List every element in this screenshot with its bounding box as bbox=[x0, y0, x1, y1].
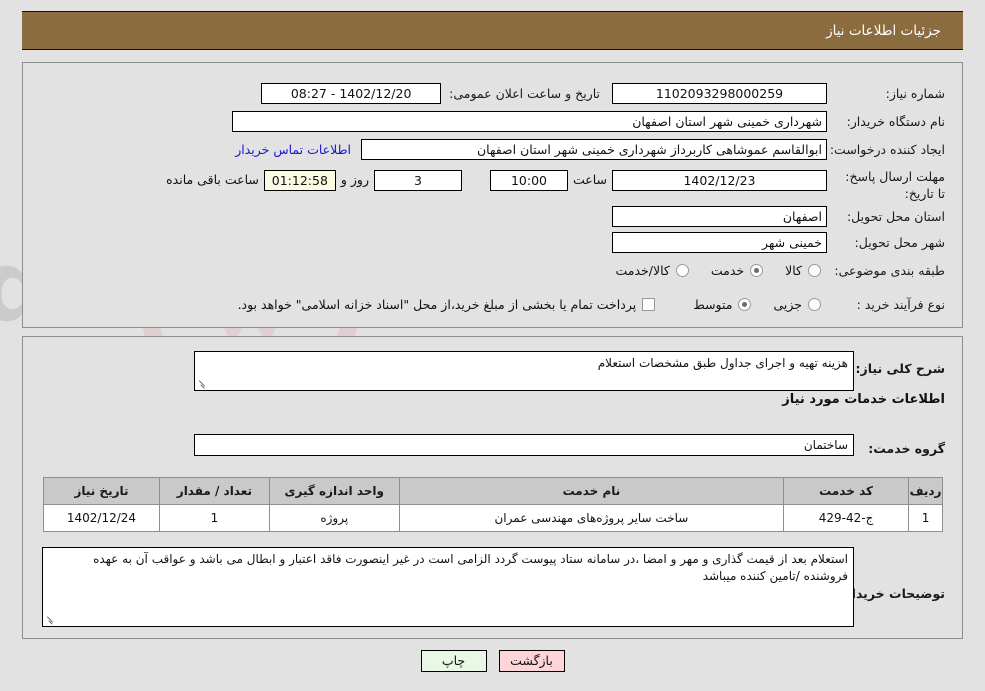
cell-unit: پروژه bbox=[268, 504, 400, 532]
buyer-notes-value: استعلام بعد از قیمت گذاری و مهر و امضا ،… bbox=[93, 552, 848, 583]
classification-option-khedmat[interactable]: خدمت bbox=[710, 262, 764, 278]
classification-option-label: خدمت bbox=[710, 262, 745, 278]
need-summary-value: هزینه تهیه و اجرای جداول طبق مشخصات استع… bbox=[597, 356, 848, 370]
buyer-notes-textarea[interactable]: استعلام بعد از قیمت گذاری و مهر و امضا ،… bbox=[42, 547, 854, 627]
process-type-row: نوع فرآیند خرید : جزیی متوسط پرداخت تمام… bbox=[216, 293, 945, 315]
cell-qty: 1 bbox=[158, 504, 270, 532]
treasury-checkbox-label: پرداخت تمام یا بخشی از مبلغ خرید،از محل … bbox=[237, 296, 637, 312]
footer-button-bar: بازگشت چاپ bbox=[0, 650, 985, 672]
buyer-notes-label: توضیحات خریدار: bbox=[839, 585, 945, 601]
classification-option-kala-khedmat[interactable]: کالا/خدمت bbox=[615, 262, 689, 278]
city-value: خمینی شهر bbox=[612, 231, 827, 253]
remaining-time-label: ساعت باقی مانده bbox=[166, 172, 259, 187]
radio-icon[interactable] bbox=[750, 263, 764, 277]
cell-name: ساخت سایر پروژه‌های مهندسی عمران bbox=[398, 504, 785, 532]
resize-grip-icon[interactable] bbox=[197, 379, 207, 389]
services-table: ردیف کد خدمت نام خدمت واحد اندازه گیری ت… bbox=[43, 477, 943, 532]
city-row: شهر محل تحویل: خمینی شهر bbox=[612, 231, 945, 253]
deadline-date-value: 1402/12/23 bbox=[612, 170, 827, 191]
back-button[interactable]: بازگشت bbox=[498, 650, 565, 672]
checkbox-icon[interactable] bbox=[642, 297, 656, 311]
table-header-row: ردیف کد خدمت نام خدمت واحد اندازه گیری ت… bbox=[43, 477, 943, 505]
need-number-row: شماره نیاز: 1102093298000259 bbox=[612, 82, 945, 104]
resize-grip-icon[interactable] bbox=[45, 615, 55, 625]
col-date: تاریخ نیاز bbox=[43, 477, 160, 505]
service-group-label: گروه خدمت: bbox=[868, 440, 945, 456]
requester-value: ابوالقاسم عموشاهی کاربرداز شهرداری خمینی… bbox=[361, 138, 827, 160]
remaining-days-label: روز و bbox=[340, 172, 369, 187]
need-summary-label: شرح کلی نیاز: bbox=[855, 360, 945, 376]
treasury-checkbox-item[interactable]: پرداخت تمام یا بخشی از مبلغ خرید،از محل … bbox=[238, 297, 656, 312]
services-section-heading: اطلاعات خدمات مورد نیاز bbox=[782, 392, 945, 407]
cell-date: 1402/12/24 bbox=[43, 504, 160, 532]
classification-row: طبقه بندی موضوعی: کالا خدمت کالا/خدمت bbox=[593, 259, 945, 281]
col-qty: تعداد / مقدار bbox=[158, 477, 270, 505]
need-number-value: 1102093298000259 bbox=[612, 82, 827, 104]
deadline-hour-value: 10:00 bbox=[489, 170, 568, 191]
buyer-org-label: نام دستگاه خریدار: bbox=[846, 113, 945, 129]
page-title: جزئیات اطلاعات نیاز bbox=[826, 22, 941, 39]
col-radif: ردیف bbox=[908, 477, 943, 505]
service-group-row: گروه خدمت: bbox=[860, 437, 945, 459]
public-announce-row: تاریخ و ساعت اعلان عمومی: 1402/12/20 - 0… bbox=[261, 82, 600, 104]
buyer-contact-link[interactable]: اطلاعات تماس خریدار bbox=[235, 142, 351, 157]
radio-icon[interactable] bbox=[808, 297, 821, 311]
remaining-days-value: 3 bbox=[373, 170, 462, 191]
requester-label: ایجاد کننده درخواست: bbox=[829, 141, 945, 157]
requester-row: ایجاد کننده درخواست: ابوالقاسم عموشاهی ک… bbox=[235, 138, 945, 160]
need-summary-row: شرح کلی نیاز: bbox=[855, 357, 945, 379]
radio-icon[interactable] bbox=[738, 297, 752, 311]
col-unit: واحد اندازه گیری bbox=[268, 477, 400, 505]
classification-option-label: کالا bbox=[785, 262, 802, 278]
deadline-row: مهلت ارسال پاسخ: تا تاریخ: 1402/12/23 سا… bbox=[161, 168, 945, 208]
province-row: استان محل تحویل: اصفهان bbox=[612, 205, 945, 227]
process-type-label: نوع فرآیند خرید : bbox=[856, 296, 945, 312]
need-number-label: شماره نیاز: bbox=[885, 85, 945, 101]
classification-label: طبقه بندی موضوعی: bbox=[834, 262, 945, 278]
process-type-option-label: جزیی bbox=[773, 296, 802, 312]
radio-icon[interactable] bbox=[675, 263, 689, 277]
remaining-time-countdown: 01:12:58 bbox=[263, 170, 336, 191]
classification-option-kala[interactable]: کالا bbox=[785, 263, 821, 278]
process-type-option-jozei[interactable]: جزیی bbox=[773, 297, 821, 312]
public-announce-label: تاریخ و ساعت اعلان عمومی: bbox=[449, 85, 600, 101]
table-row[interactable]: 1 ج-42-429 ساخت سایر پروژه‌های مهندسی عم… bbox=[43, 504, 943, 532]
public-announce-value: 1402/12/20 - 08:27 bbox=[261, 82, 442, 104]
classification-option-label: کالا/خدمت bbox=[615, 262, 670, 278]
col-code: کد خدمت bbox=[783, 477, 910, 505]
need-details-page: AriaTender.net جزئیات اطلاعات نیاز شماره… bbox=[0, 0, 985, 691]
service-group-value: ساختمان bbox=[803, 438, 848, 452]
province-value: اصفهان bbox=[612, 205, 827, 227]
buyer-org-value: شهرداری خمینی شهر استان اصفهان bbox=[232, 110, 827, 132]
service-group-field[interactable]: ساختمان bbox=[194, 434, 854, 456]
radio-icon[interactable] bbox=[808, 263, 821, 277]
col-name: نام خدمت bbox=[398, 477, 785, 505]
page-title-bar: جزئیات اطلاعات نیاز bbox=[22, 11, 963, 50]
print-button[interactable]: چاپ bbox=[420, 650, 487, 672]
buyer-notes-row: توضیحات خریدار: bbox=[839, 582, 945, 604]
city-label: شهر محل تحویل: bbox=[854, 234, 945, 250]
process-type-option-label: متوسط bbox=[693, 296, 733, 312]
province-label: استان محل تحویل: bbox=[846, 208, 945, 224]
buyer-org-row: نام دستگاه خریدار: شهرداری خمینی شهر است… bbox=[232, 110, 945, 132]
cell-code: ج-42-429 bbox=[783, 504, 910, 532]
need-summary-textarea[interactable]: هزینه تهیه و اجرای جداول طبق مشخصات استع… bbox=[194, 351, 854, 391]
deadline-hour-label: ساعت bbox=[572, 172, 607, 187]
deadline-label: مهلت ارسال پاسخ: تا تاریخ: bbox=[845, 169, 945, 201]
cell-radif: 1 bbox=[908, 504, 943, 532]
process-type-option-motavasset[interactable]: متوسط bbox=[693, 296, 752, 312]
